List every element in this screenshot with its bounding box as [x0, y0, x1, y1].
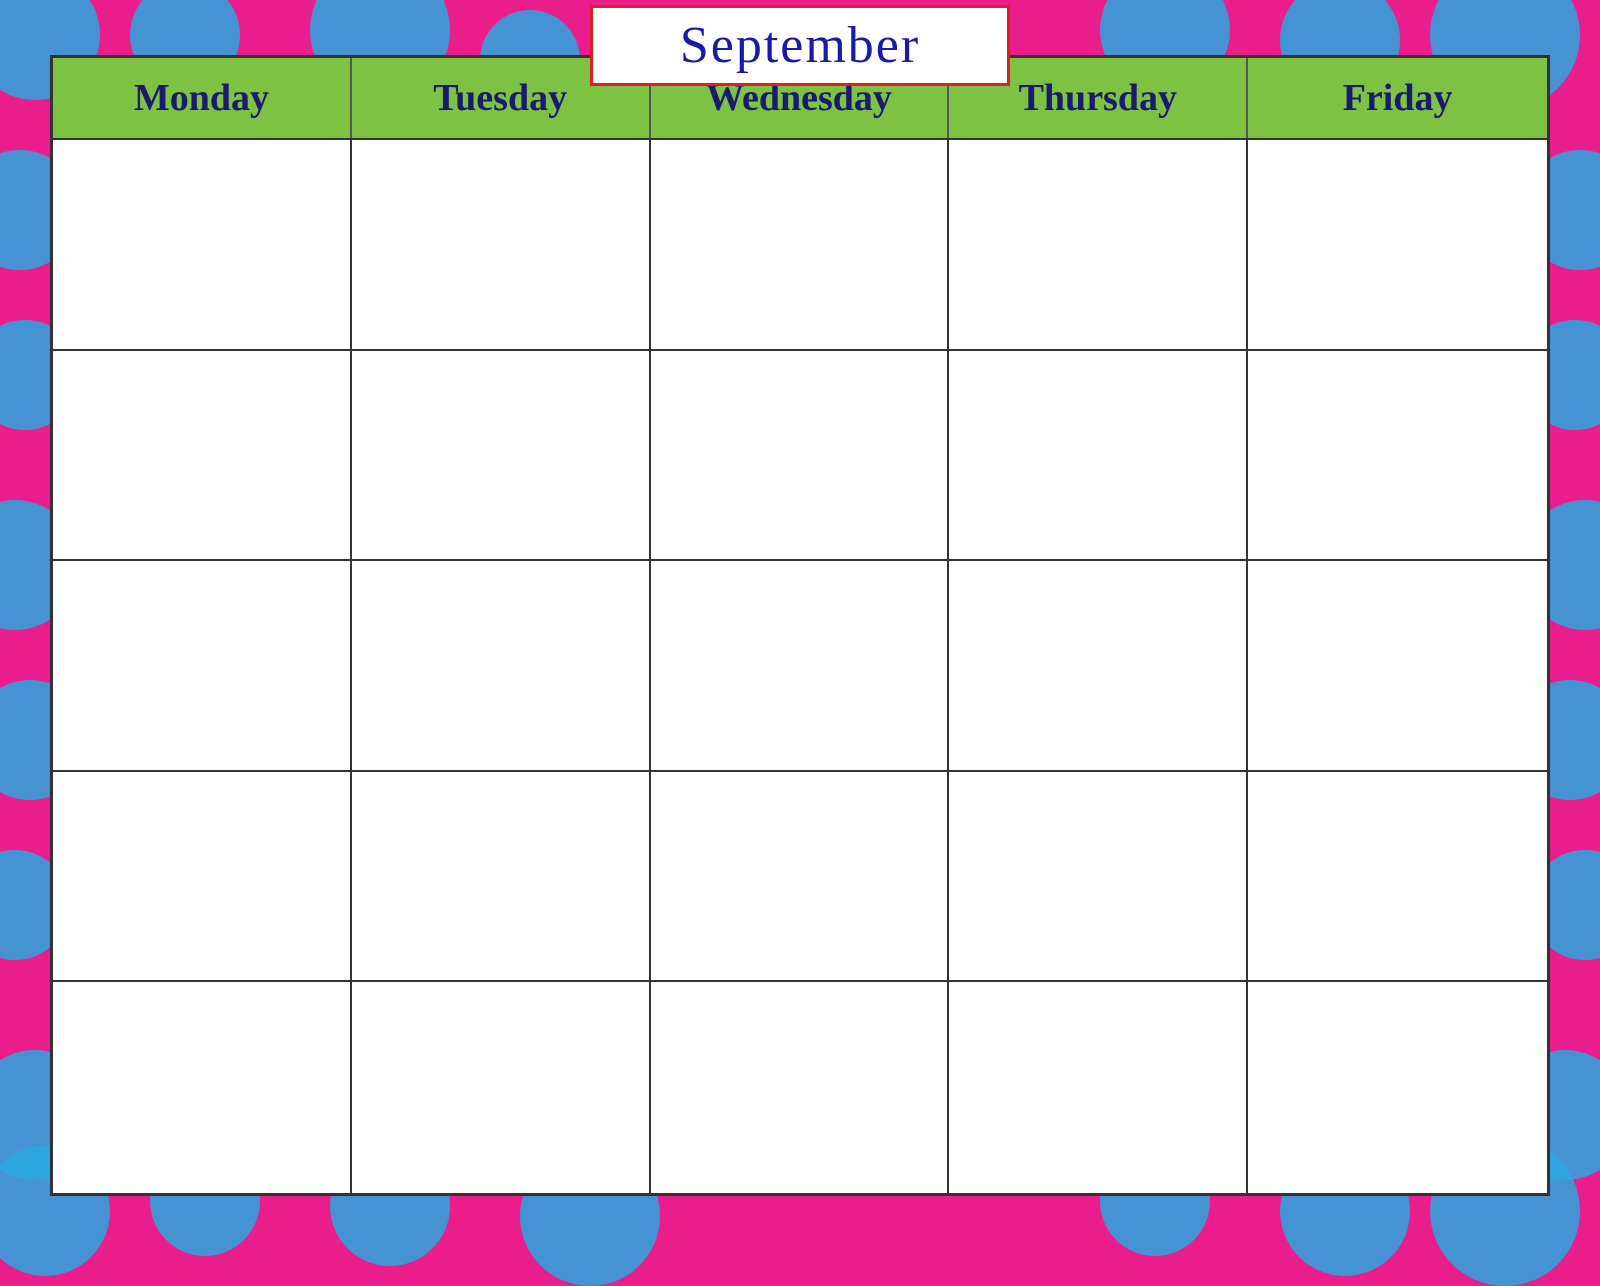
- cell-row1-tue[interactable]: [352, 140, 651, 351]
- cell-row4-fri[interactable]: [1248, 772, 1547, 983]
- cell-row1-wed[interactable]: [651, 140, 950, 351]
- cell-row5-wed[interactable]: [651, 982, 950, 1193]
- cell-row4-thu[interactable]: [949, 772, 1248, 983]
- cell-row1-fri[interactable]: [1248, 140, 1547, 351]
- cell-row2-wed[interactable]: [651, 351, 950, 562]
- cell-row2-tue[interactable]: [352, 351, 651, 562]
- cell-row4-tue[interactable]: [352, 772, 651, 983]
- month-title: September: [680, 17, 920, 74]
- cell-row3-wed[interactable]: [651, 561, 950, 772]
- cell-row3-thu[interactable]: [949, 561, 1248, 772]
- cell-row2-fri[interactable]: [1248, 351, 1547, 562]
- month-title-container: September: [590, 5, 1010, 86]
- cell-row2-thu[interactable]: [949, 351, 1248, 562]
- cell-row3-tue[interactable]: [352, 561, 651, 772]
- cell-row3-mon[interactable]: [53, 561, 352, 772]
- cell-row3-fri[interactable]: [1248, 561, 1547, 772]
- cell-row5-fri[interactable]: [1248, 982, 1547, 1193]
- calendar-grid: [53, 140, 1547, 1193]
- header-friday: Friday: [1248, 58, 1547, 138]
- cell-row1-thu[interactable]: [949, 140, 1248, 351]
- cell-row4-mon[interactable]: [53, 772, 352, 983]
- header-monday: Monday: [53, 58, 352, 138]
- calendar-container: Monday Tuesday Wednesday Thursday Friday: [53, 58, 1547, 1193]
- cell-row5-thu[interactable]: [949, 982, 1248, 1193]
- cell-row5-mon[interactable]: [53, 982, 352, 1193]
- cell-row5-tue[interactable]: [352, 982, 651, 1193]
- cell-row2-mon[interactable]: [53, 351, 352, 562]
- calendar-wrapper: Monday Tuesday Wednesday Thursday Friday: [50, 55, 1550, 1196]
- cell-row1-mon[interactable]: [53, 140, 352, 351]
- cell-row4-wed[interactable]: [651, 772, 950, 983]
